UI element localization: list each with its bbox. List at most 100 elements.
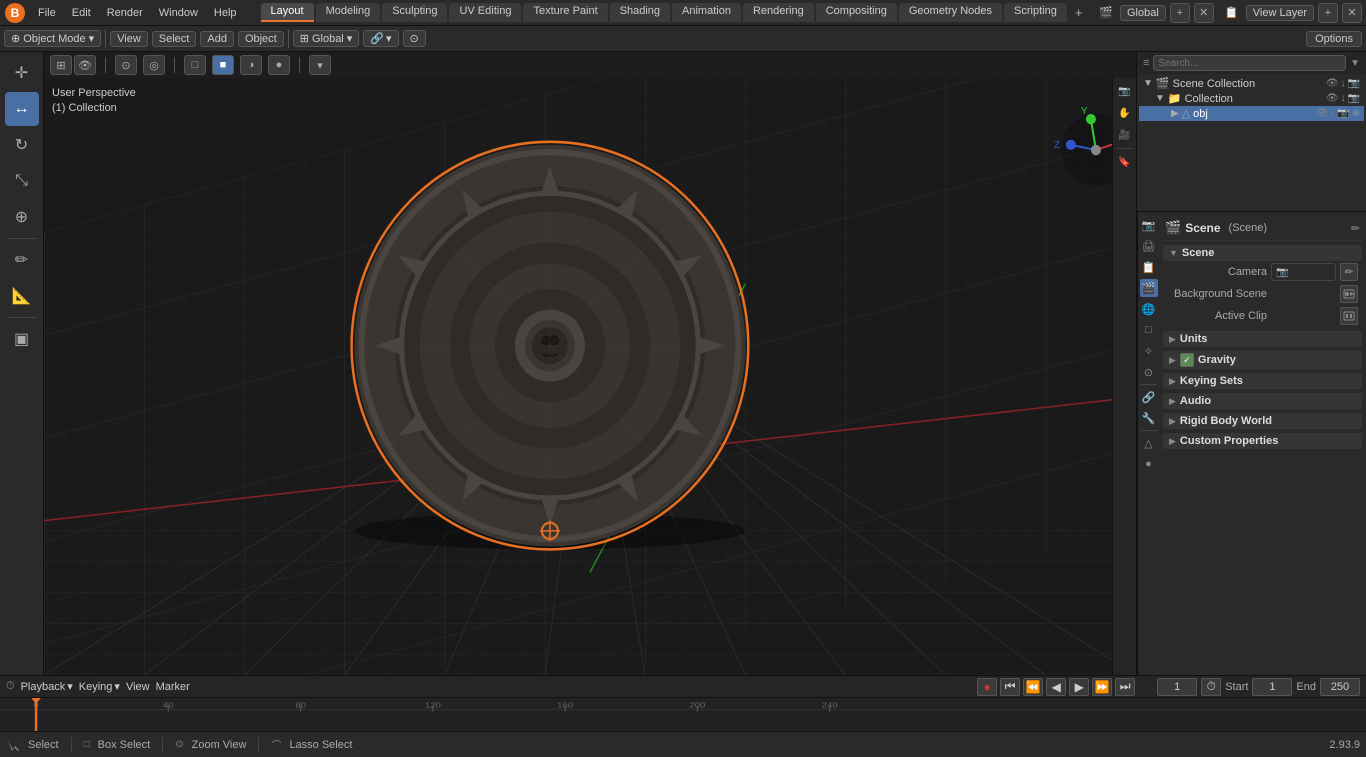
custom-props-section-header[interactable]: ▶ Custom Properties — [1163, 433, 1362, 449]
viewport-view-menu[interactable]: View — [110, 31, 148, 47]
step-back-btn[interactable]: ⏪ — [1023, 678, 1043, 696]
options-btn[interactable]: Options — [1306, 31, 1362, 47]
add-cube-tool[interactable]: ▣ — [5, 322, 39, 356]
prop-tab-world[interactable]: 🌐 — [1140, 300, 1158, 318]
prop-tab-output[interactable]: 🖨 — [1140, 237, 1158, 255]
record-btn[interactable]: ● — [977, 678, 997, 696]
transform-selector[interactable]: ⊞ Global ▾ — [293, 30, 360, 47]
xray-toggle[interactable]: ◎ — [143, 55, 165, 75]
outliner-obj[interactable]: ▶ △ obj 👁 ↓ 📷 ⊕ — [1139, 106, 1364, 121]
timeline-ruler[interactable]: 0 40 80 120 160 200 240 — [0, 698, 1366, 731]
menu-edit[interactable]: Edit — [64, 5, 99, 21]
tab-animation[interactable]: Animation — [672, 3, 741, 22]
hand-tool-btn[interactable]: ✋ — [1116, 104, 1134, 122]
snap-toggle[interactable]: 🔗 ▾ — [363, 30, 398, 47]
timeline-menu-icon[interactable]: ⏱ — [6, 680, 15, 693]
cursor-tool[interactable]: ✛ — [5, 56, 39, 90]
collection-render-icon[interactable]: 📷 — [1348, 78, 1360, 89]
current-frame-field[interactable]: 1 — [1157, 678, 1197, 696]
bookmarks-btn[interactable]: 🔖 — [1116, 153, 1134, 171]
perspective-toggle[interactable]: 👁 — [74, 55, 96, 75]
gravity-section-header[interactable]: ▶ ✓ Gravity — [1163, 351, 1362, 369]
tab-shading[interactable]: Shading — [610, 3, 670, 22]
rigid-body-section-header[interactable]: ▶ Rigid Body World — [1163, 413, 1362, 429]
rotate-tool[interactable]: ↻ — [5, 128, 39, 162]
shading-options-btn[interactable]: ▾ — [309, 55, 331, 75]
tab-modeling[interactable]: Modeling — [316, 3, 381, 22]
coll-render-icon[interactable]: 📷 — [1348, 93, 1360, 104]
filter-icon[interactable]: ▼ — [1350, 58, 1360, 69]
prop-tab-material[interactable]: ● — [1140, 455, 1158, 473]
view-layer-selector[interactable]: View Layer — [1246, 5, 1314, 21]
menu-help[interactable]: Help — [206, 5, 245, 21]
background-scene-icon-btn[interactable] — [1340, 285, 1358, 303]
collection-view-icon[interactable]: 👁 — [1326, 78, 1339, 89]
start-frame-field[interactable]: 1 — [1252, 678, 1292, 696]
obj-render-icon[interactable]: 📷 — [1337, 108, 1349, 119]
step-forward-btn[interactable]: ⏩ — [1092, 678, 1112, 696]
play-reverse-btn[interactable]: ◀ — [1046, 678, 1066, 696]
time-icon[interactable]: ⏱ — [1201, 678, 1221, 696]
prop-tab-constraints[interactable]: 🔗 — [1140, 388, 1158, 406]
viewport-add-menu[interactable]: Add — [200, 31, 234, 47]
units-section-header[interactable]: ▶ Units — [1163, 331, 1362, 347]
menu-window[interactable]: Window — [151, 5, 206, 21]
outliner-collection[interactable]: ▼ 📁 Collection 👁 ↓ 📷 — [1139, 91, 1364, 106]
view-layer-add-btn[interactable]: + — [1318, 3, 1338, 23]
prop-tab-modifiers[interactable]: 🔧 — [1140, 409, 1158, 427]
outliner-view-icon[interactable]: ≡ — [1143, 57, 1149, 69]
camera-rotate-btn[interactable]: 🎥 — [1116, 126, 1134, 144]
tab-uv-editing[interactable]: UV Editing — [449, 3, 521, 22]
jump-end-btn[interactable]: ⏭ — [1115, 678, 1135, 696]
coll-view-icon[interactable]: 👁 — [1326, 93, 1339, 104]
viewport-object-menu[interactable]: Object — [238, 31, 284, 47]
scene-selector[interactable]: Global — [1120, 5, 1166, 21]
tab-geometry-nodes[interactable]: Geometry Nodes — [899, 3, 1002, 22]
shading-material[interactable]: ◑ — [240, 55, 262, 75]
add-workspace-btn[interactable]: + — [1069, 3, 1089, 22]
annotate-tool[interactable]: ✏ — [5, 243, 39, 277]
view-layer-remove-btn[interactable]: ✕ — [1342, 3, 1362, 23]
play-btn[interactable]: ▶ — [1069, 678, 1089, 696]
active-clip-icon-btn[interactable] — [1340, 307, 1358, 325]
prop-tab-object[interactable]: □ — [1140, 321, 1158, 339]
jump-start-btn[interactable]: ⏮ — [1000, 678, 1020, 696]
view-dropdown[interactable]: View — [126, 681, 150, 693]
playback-dropdown[interactable]: Playback ▾ — [21, 680, 73, 693]
camera-value[interactable]: 📷 — [1271, 263, 1336, 281]
scene-prop-edit-btn[interactable]: ✏ — [1351, 222, 1360, 235]
view-menu-icon[interactable]: ⊞ — [50, 55, 72, 75]
select-mode-icon[interactable] — [6, 738, 20, 752]
prop-tab-particles[interactable]: ✧ — [1140, 342, 1158, 360]
tab-rendering[interactable]: Rendering — [743, 3, 814, 22]
shading-render[interactable]: ● — [268, 55, 290, 75]
audio-section-header[interactable]: ▶ Audio — [1163, 393, 1362, 409]
shading-solid[interactable]: ■ — [212, 55, 234, 75]
scene-section-header[interactable]: ▼ Scene — [1163, 245, 1362, 261]
scene-remove-btn[interactable]: ✕ — [1194, 3, 1214, 23]
tab-compositing[interactable]: Compositing — [816, 3, 897, 22]
prop-tab-view-layer[interactable]: 📋 — [1140, 258, 1158, 276]
tab-layout[interactable]: Layout — [261, 3, 314, 22]
transform-tool[interactable]: ⊕ — [5, 200, 39, 234]
tab-sculpting[interactable]: Sculpting — [382, 3, 447, 22]
scale-tool[interactable]: ⤡ — [5, 164, 39, 198]
keying-dropdown[interactable]: Keying ▾ — [79, 680, 120, 693]
outliner-search[interactable] — [1153, 55, 1346, 71]
keying-sets-section-header[interactable]: ▶ Keying Sets — [1163, 373, 1362, 389]
scene-add-btn[interactable]: + — [1170, 3, 1190, 23]
prop-tab-mesh-data[interactable]: △ — [1140, 434, 1158, 452]
tab-scripting[interactable]: Scripting — [1004, 3, 1067, 22]
shading-wireframe[interactable]: □ — [184, 55, 206, 75]
marker-dropdown[interactable]: Marker — [156, 681, 190, 693]
proportional-edit-toggle[interactable]: ⊙ — [403, 30, 426, 47]
gravity-checkbox[interactable]: ✓ — [1180, 353, 1194, 367]
end-frame-field[interactable]: 250 — [1320, 678, 1360, 696]
obj-filter-icon[interactable]: ⊕ — [1352, 108, 1360, 119]
mode-selector[interactable]: ⊕ Object Mode ▾ — [4, 30, 101, 47]
camera-view-btn[interactable]: 📷 — [1116, 82, 1134, 100]
menu-file[interactable]: File — [30, 5, 64, 21]
coll-select-icon[interactable]: ↓ — [1341, 93, 1346, 104]
prop-tab-scene[interactable]: 🎬 — [1140, 279, 1158, 297]
viewport[interactable]: ⊞ 👁 ⊙ ◎ □ ■ ◑ ● ▾ — [44, 52, 1136, 675]
